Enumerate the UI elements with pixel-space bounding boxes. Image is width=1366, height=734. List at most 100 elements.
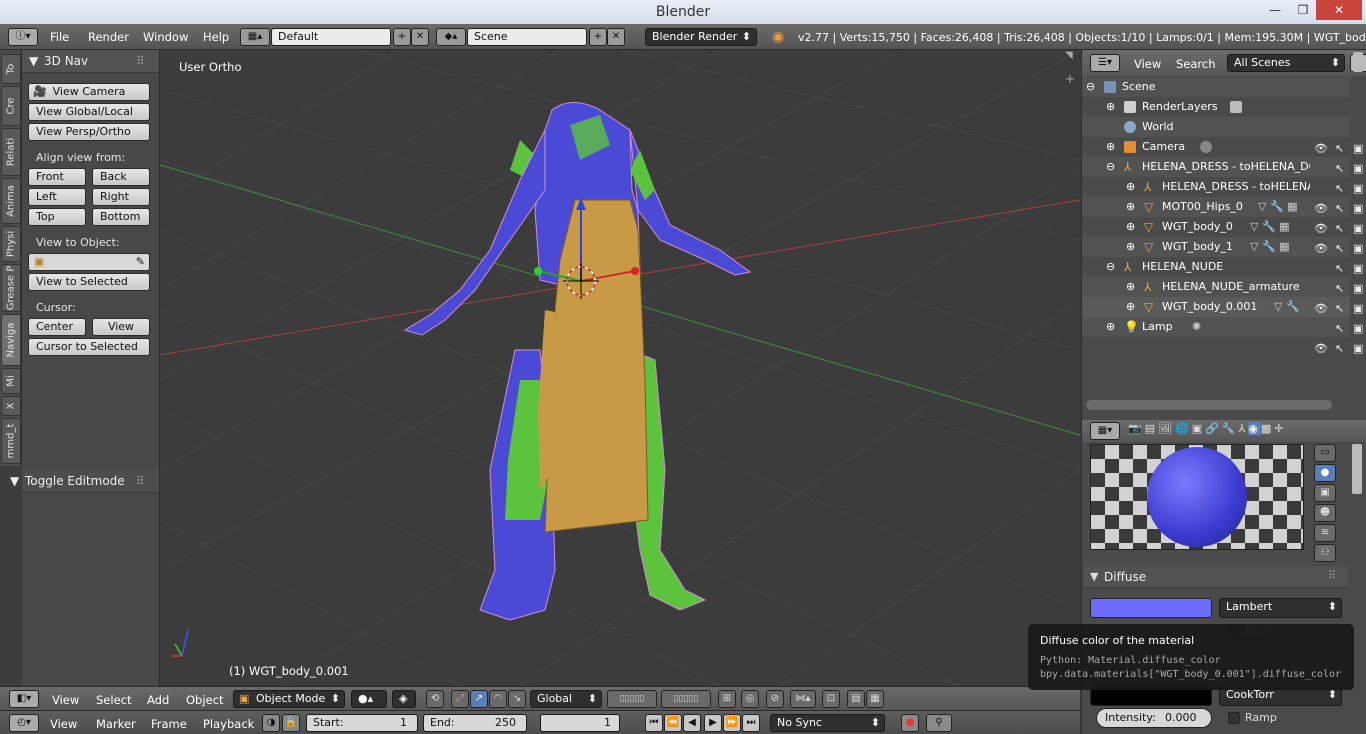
expand-toggle-icon[interactable]: ⊕ xyxy=(1126,217,1135,237)
drag-handle-icon[interactable]: ⠿ xyxy=(136,470,145,492)
renderability-camera-icons[interactable]: ▣ ▣ ▣ ▣ ▣ ▣ ▣ ▣ ▣ ▣ ▣ xyxy=(1353,139,1363,359)
diffuse-shader-select[interactable]: Lambert ⬍ xyxy=(1219,598,1342,618)
panel-toggle-editmode-header[interactable]: ▼ Toggle Editmode ⠿ xyxy=(10,470,159,493)
menu-playback[interactable]: Playback xyxy=(203,717,254,731)
remove-screen-icon[interactable]: ✕ xyxy=(411,28,429,46)
expand-toggle-icon[interactable]: ⊕ xyxy=(1126,197,1135,217)
outliner-horizontal-scrollbar[interactable] xyxy=(1086,400,1332,410)
close-button[interactable]: ✕ xyxy=(1316,0,1362,20)
start-frame-field[interactable]: Start: 1 xyxy=(306,714,418,732)
cursor-center-button[interactable]: Center xyxy=(28,318,86,336)
material-tab-icon[interactable]: ◉ xyxy=(1248,422,1261,435)
editor-type-timeline-icon[interactable]: ◴▾ xyxy=(9,714,39,732)
area-split-icon[interactable]: ◥ xyxy=(1065,50,1073,61)
view-to-selected-button[interactable]: View to Selected xyxy=(28,273,150,291)
expand-toggle-icon[interactable]: ⊕ xyxy=(1106,97,1115,117)
snap-target-icon[interactable]: ⊡ xyxy=(822,690,840,708)
layers-group-1-icon[interactable]: ▯▯▯▯▯ xyxy=(607,690,657,708)
tab-x[interactable]: X xyxy=(1,396,21,416)
cursor-view-button[interactable]: View xyxy=(92,318,150,336)
snap-element-icon[interactable]: ⋈▴ xyxy=(790,690,816,708)
preview-range-icon[interactable]: ◑ xyxy=(262,714,280,732)
scene-field[interactable]: Scene xyxy=(467,28,587,46)
collapse-toggle-icon[interactable]: ⊖ xyxy=(1086,77,1095,97)
menu-view[interactable]: View xyxy=(52,693,79,707)
remove-scene-icon[interactable]: ✕ xyxy=(607,28,625,46)
add-scene-icon[interactable]: + xyxy=(589,28,607,46)
viewport-canvas[interactable] xyxy=(160,50,1080,686)
keying-set-icon[interactable]: ⚲ xyxy=(926,714,952,732)
record-icon[interactable]: ● xyxy=(901,714,919,732)
pivot-point-select[interactable]: ◈ xyxy=(392,690,416,708)
diffuse-color-swatch[interactable] xyxy=(1090,598,1212,618)
editor-type-3d-icon[interactable]: ◧▾ xyxy=(9,690,39,708)
preview-flat-icon[interactable]: ▭ xyxy=(1314,444,1336,462)
screen-layout-icon[interactable]: ▦▴ xyxy=(240,28,270,46)
tab-relations[interactable]: Relati xyxy=(1,128,21,176)
view-camera-button[interactable]: 🎥 View Camera xyxy=(28,83,150,101)
editor-type-properties-icon[interactable]: ▦▾ xyxy=(1090,422,1120,440)
menu-select[interactable]: Select xyxy=(96,693,131,707)
lock-layers-icon[interactable]: ⊞ xyxy=(718,690,736,708)
snap-toggle-icon[interactable]: ⊘ xyxy=(766,690,784,708)
minimize-button[interactable]: — xyxy=(1260,0,1290,20)
expand-toggle-icon[interactable]: ⊕ xyxy=(1106,137,1115,157)
menu-marker[interactable]: Marker xyxy=(96,717,136,731)
menu-outliner-search[interactable]: Search xyxy=(1176,57,1216,71)
preview-cube-icon[interactable]: ▣ xyxy=(1314,484,1336,502)
end-frame-field[interactable]: End: 250 xyxy=(423,714,527,732)
menu-add[interactable]: Add xyxy=(147,693,169,707)
bottom-button[interactable]: Bottom xyxy=(92,208,150,226)
tab-physics[interactable]: Physi xyxy=(1,226,21,262)
menu-object[interactable]: Object xyxy=(186,693,223,707)
jump-keyframe-forward-icon[interactable]: ⏩ xyxy=(723,714,741,732)
preview-sky-icon[interactable]: ⚇ xyxy=(1314,544,1336,562)
properties-scrollbar[interactable] xyxy=(1352,444,1362,494)
rotate-manipulator-icon[interactable]: ↗ xyxy=(470,690,488,708)
expand-toggle-icon[interactable]: ⊕ xyxy=(1126,237,1135,257)
mode-select[interactable]: ▣ Object Mode ⬍ xyxy=(233,690,345,708)
add-region-icon[interactable]: + xyxy=(1065,72,1075,86)
editor-type-outliner-icon[interactable]: ☰▾ xyxy=(1090,54,1120,72)
tab-animation[interactable]: Anima xyxy=(1,178,21,224)
preview-hair-icon[interactable]: ≋ xyxy=(1314,524,1336,542)
jump-end-icon[interactable]: ⏭ xyxy=(742,714,760,732)
screen-layout-field[interactable]: Default xyxy=(271,28,391,46)
sync-mode-select[interactable]: No Sync ⬍ xyxy=(770,714,885,732)
add-screen-icon[interactable]: + xyxy=(393,28,411,46)
render-animation-icon[interactable]: ▦ xyxy=(866,690,884,708)
expand-toggle-icon[interactable]: ⊕ xyxy=(1106,317,1115,337)
play-icon[interactable]: ▶ xyxy=(704,714,722,732)
menu-render[interactable]: Render xyxy=(88,30,129,44)
visibility-eye-icons[interactable]: 👁 👁 👁 👁 👁 👁 xyxy=(1314,139,1328,359)
top-button[interactable]: Top xyxy=(28,208,86,226)
menu-outliner-view[interactable]: View xyxy=(1134,57,1161,71)
menu-window[interactable]: Window xyxy=(143,30,188,44)
outliner-row-world[interactable]: World xyxy=(1082,117,1350,137)
jump-start-icon[interactable]: ⏮ xyxy=(645,714,663,732)
collapse-toggle-icon[interactable]: ⊖ xyxy=(1106,257,1115,277)
menu-timeline-view[interactable]: View xyxy=(50,717,77,731)
viewport-shading-select[interactable]: ●▴ xyxy=(351,690,387,708)
render-engine-select[interactable]: Blender Render ⬍ xyxy=(645,28,757,46)
menu-frame[interactable]: Frame xyxy=(151,717,187,731)
translate-manipulator-icon[interactable]: ⤢ xyxy=(451,690,469,708)
play-reverse-icon[interactable]: ◀ xyxy=(683,714,701,732)
view-global-local-button[interactable]: View Global/Local xyxy=(28,103,150,121)
character-mesh[interactable] xyxy=(403,102,752,621)
expand-toggle-icon[interactable]: ⊕ xyxy=(1126,297,1135,317)
specular-intensity-slider[interactable]: Intensity: 0.000 xyxy=(1096,708,1212,728)
manipulator-toggle-icon[interactable]: ⟲ xyxy=(426,690,444,708)
diffuse-panel-header[interactable]: ▼ Diffuse ⠿ xyxy=(1084,566,1348,588)
menu-file[interactable]: File xyxy=(50,30,69,44)
tab-grease-pencil[interactable]: Grease P xyxy=(1,264,21,312)
right-button[interactable]: Right xyxy=(92,188,150,206)
tab-mmd-tools[interactable]: mmd_t xyxy=(1,418,21,464)
proportional-edit-icon[interactable]: ◎ xyxy=(741,690,759,708)
selectability-arrow-icons[interactable]: ↖ ↖ ↖ ↖ ↖ ↖ ↖ ↖ ↖ ↖ ↖ xyxy=(1335,139,1344,359)
outliner-row-renderlayers[interactable]: ⊕ RenderLayers xyxy=(1082,97,1350,117)
tab-create[interactable]: Cre xyxy=(1,86,21,126)
maximize-button[interactable]: ❐ xyxy=(1288,0,1318,20)
outliner-vertical-scrollbar[interactable] xyxy=(1353,52,1363,72)
cursor-to-selected-button[interactable]: Cursor to Selected xyxy=(28,338,150,356)
